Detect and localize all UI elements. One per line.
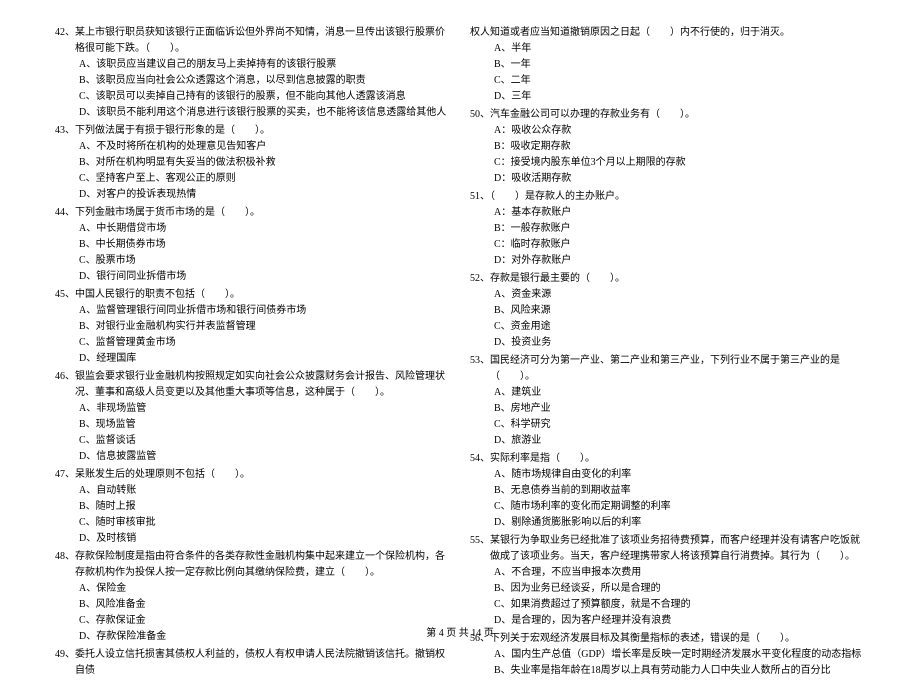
- option-b: B、对银行业金融机构实行并表监督管理: [55, 319, 450, 335]
- question-43: 43、下列做法属于有损于银行形象的是（ ）。 A、不及时将所在机构的处理意见告知…: [55, 123, 450, 203]
- question-54: 54、实际利率是指（ ）。 A、随市场规律自由变化的利率 B、无息债券当前的到期…: [470, 451, 865, 531]
- option-a: A、保险金: [55, 581, 450, 597]
- option-a: A：基本存款账户: [470, 205, 865, 221]
- option-a: A、国内生产总值（GDP）增长率是反映一定时期经济发展水平变化程度的动态指标: [470, 647, 865, 663]
- question-text: 53、国民经济可分为第一产业、第二产业和第三产业，下列行业不属于第三产业的是（ …: [470, 353, 865, 385]
- question-text: 50、汽车金融公司可以办理的存款业务有（ ）。: [470, 107, 865, 123]
- option-b: B、一年: [470, 57, 865, 73]
- option-b: B、随时上报: [55, 499, 450, 515]
- option-c: C、该职员可以卖掉自己持有的该银行的股票，但不能向其他人透露该消息: [55, 89, 450, 105]
- option-a: A、自动转账: [55, 483, 450, 499]
- question-text: 47、呆账发生后的处理原则不包括（ ）。: [55, 467, 450, 483]
- option-b: B、房地产业: [470, 401, 865, 417]
- question-text: 48、存款保险制度是指由符合条件的各类存款性金融机构集中起来建立一个保险机构，各…: [55, 549, 450, 581]
- option-b: B、该职员应当向社会公众透露这个消息，以尽到信息披露的职责: [55, 73, 450, 89]
- question-text: 45、中国人民银行的职责不包括（ ）。: [55, 287, 450, 303]
- option-a: A、半年: [470, 41, 865, 57]
- option-b: B、现场监管: [55, 417, 450, 433]
- option-c: C、股票市场: [55, 253, 450, 269]
- left-column: 42、某上市银行职员获知该银行正面临诉讼但外界尚不知情，消息一旦传出该银行股票价…: [45, 25, 460, 681]
- option-d: D、旅游业: [470, 433, 865, 449]
- option-d: D：吸收活期存款: [470, 171, 865, 187]
- option-a: A、随市场规律自由变化的利率: [470, 467, 865, 483]
- question-text: 52、存款是银行最主要的（ ）。: [470, 271, 865, 287]
- option-d: D、对客户的投诉表现热情: [55, 187, 450, 203]
- option-d: D、剔除通货膨胀影响以后的利率: [470, 515, 865, 531]
- question-51: 51、（ ）是存款人的主办账户。 A：基本存款账户 B：一般存款账户 C：临时存…: [470, 189, 865, 269]
- option-d: D、银行间同业拆借市场: [55, 269, 450, 285]
- question-55: 55、某银行为争取业务已经批准了该项业务招待费预算，而客户经理并没有请客户吃饭就…: [470, 533, 865, 629]
- question-text: 46、银监会要求银行业金融机构按照规定如实向社会公众披露财务会计报告、风险管理状…: [55, 369, 450, 401]
- question-text: 51、（ ）是存款人的主办账户。: [470, 189, 865, 205]
- question-42: 42、某上市银行职员获知该银行正面临诉讼但外界尚不知情，消息一旦传出该银行股票价…: [55, 25, 450, 121]
- question-53: 53、国民经济可分为第一产业、第二产业和第三产业，下列行业不属于第三产业的是（ …: [470, 353, 865, 449]
- option-a: A：吸收公众存款: [470, 123, 865, 139]
- option-b: B、无息债券当前的到期收益率: [470, 483, 865, 499]
- option-b: B、中长期债券市场: [55, 237, 450, 253]
- option-c: C、二年: [470, 73, 865, 89]
- option-c: C、如果消费超过了预算额度，就是不合理的: [470, 597, 865, 613]
- option-c: C、坚持客户至上、客观公正的原则: [55, 171, 450, 187]
- option-c: C：接受境内股东单位3个月以上期限的存款: [470, 155, 865, 171]
- option-c: C：临时存款账户: [470, 237, 865, 253]
- question-text: 55、某银行为争取业务已经批准了该项业务招待费预算，而客户经理并没有请客户吃饭就…: [470, 533, 865, 565]
- option-b: B、风险准备金: [55, 597, 450, 613]
- question-47: 47、呆账发生后的处理原则不包括（ ）。 A、自动转账 B、随时上报 C、随时审…: [55, 467, 450, 547]
- question-49: 49、委托人设立信托损害其债权人利益的，债权人有权申请人民法院撤销该信托。撤销权…: [55, 647, 450, 679]
- option-d: D、三年: [470, 89, 865, 105]
- option-b: B、因为业务已经谈妥，所以是合理的: [470, 581, 865, 597]
- option-d: D、经理国库: [55, 351, 450, 367]
- option-b: B、风险来源: [470, 303, 865, 319]
- option-b: B、对所在机构明显有失妥当的做法积极补救: [55, 155, 450, 171]
- question-text: 54、实际利率是指（ ）。: [470, 451, 865, 467]
- option-d: D、信息披露监管: [55, 449, 450, 465]
- right-column: 权人知道或者应当知道撤销原因之日起（ ）内不行使的，归于消灭。 A、半年 B、一…: [460, 25, 875, 681]
- option-a: A、监督管理银行间同业拆借市场和银行间债券市场: [55, 303, 450, 319]
- question-text: 权人知道或者应当知道撤销原因之日起（ ）内不行使的，归于消灭。: [470, 25, 865, 41]
- question-text: 49、委托人设立信托损害其债权人利益的，债权人有权申请人民法院撤销该信托。撤销权…: [55, 647, 450, 679]
- question-45: 45、中国人民银行的职责不包括（ ）。 A、监督管理银行间同业拆借市场和银行间债…: [55, 287, 450, 367]
- option-b: B：吸收定期存款: [470, 139, 865, 155]
- option-c: C、监督管理黄金市场: [55, 335, 450, 351]
- option-a: A、不合理，不应当申报本次费用: [470, 565, 865, 581]
- question-50: 50、汽车金融公司可以办理的存款业务有（ ）。 A：吸收公众存款 B：吸收定期存…: [470, 107, 865, 187]
- option-c: C、科学研究: [470, 417, 865, 433]
- exam-page: 42、某上市银行职员获知该银行正面临诉讼但外界尚不知情，消息一旦传出该银行股票价…: [0, 25, 920, 681]
- question-44: 44、下列金融市场属于货币市场的是（ ）。 A、中长期借贷市场 B、中长期债券市…: [55, 205, 450, 285]
- option-d: D、该职员不能利用这个消息进行该银行股票的买卖，也不能将该信息透露给其他人: [55, 105, 450, 121]
- option-b: B：一般存款账户: [470, 221, 865, 237]
- option-a: A、非现场监管: [55, 401, 450, 417]
- question-text: 42、某上市银行职员获知该银行正面临诉讼但外界尚不知情，消息一旦传出该银行股票价…: [55, 25, 450, 57]
- option-a: A、该职员应当建议自己的朋友马上卖掉持有的该银行股票: [55, 57, 450, 73]
- question-49-cont: 权人知道或者应当知道撤销原因之日起（ ）内不行使的，归于消灭。 A、半年 B、一…: [470, 25, 865, 105]
- option-c: C、监督谈话: [55, 433, 450, 449]
- option-d: D：对外存款账户: [470, 253, 865, 269]
- option-d: D、及时核销: [55, 531, 450, 547]
- option-c: C、资金用途: [470, 319, 865, 335]
- question-text: 43、下列做法属于有损于银行形象的是（ ）。: [55, 123, 450, 139]
- question-text: 44、下列金融市场属于货币市场的是（ ）。: [55, 205, 450, 221]
- option-a: A、中长期借贷市场: [55, 221, 450, 237]
- option-a: A、建筑业: [470, 385, 865, 401]
- option-c: C、随时审核审批: [55, 515, 450, 531]
- question-52: 52、存款是银行最主要的（ ）。 A、资金来源 B、风险来源 C、资金用途 D、…: [470, 271, 865, 351]
- question-46: 46、银监会要求银行业金融机构按照规定如实向社会公众披露财务会计报告、风险管理状…: [55, 369, 450, 465]
- option-b: B、失业率是指年龄在18周岁以上具有劳动能力人口中失业人数所占的百分比: [470, 663, 865, 679]
- option-a: A、不及时将所在机构的处理意见告知客户: [55, 139, 450, 155]
- option-c: C、随市场利率的变化而定期调整的利率: [470, 499, 865, 515]
- option-a: A、资金来源: [470, 287, 865, 303]
- page-footer: 第 4 页 共 14 页: [0, 626, 920, 642]
- option-d: D、投资业务: [470, 335, 865, 351]
